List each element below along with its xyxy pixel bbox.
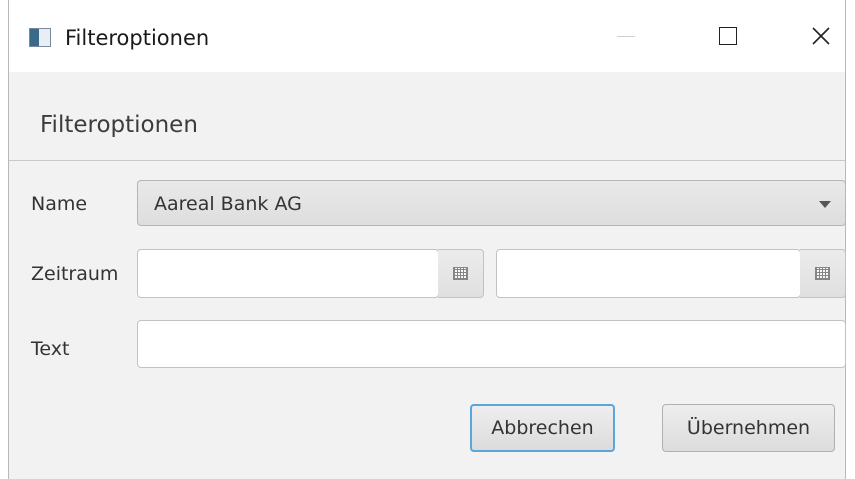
text-input[interactable]	[137, 320, 846, 368]
header-title: Filteroptionen	[40, 112, 198, 138]
text-label: Text	[31, 338, 70, 360]
close-icon	[812, 27, 830, 45]
dialog-header: Filteroptionen	[9, 72, 845, 161]
maximize-icon	[719, 27, 737, 45]
title-bar[interactable]: Filteroptionen	[9, 0, 845, 72]
window-title: Filteroptionen	[65, 26, 210, 50]
cancel-button[interactable]: Abbrechen	[470, 404, 615, 452]
date-to-input[interactable]	[496, 249, 801, 298]
date-from-picker	[137, 249, 484, 298]
maximize-button[interactable]	[705, 18, 751, 54]
name-combobox-value: Aareal Bank AG	[154, 193, 302, 215]
minimize-button[interactable]	[603, 18, 649, 54]
close-button[interactable]	[798, 18, 844, 54]
date-from-input[interactable]	[137, 249, 439, 298]
app-window-icon	[29, 28, 51, 47]
name-combobox[interactable]: Aareal Bank AG	[137, 180, 846, 226]
apply-button[interactable]: Übernehmen	[662, 404, 835, 452]
name-label: Name	[31, 193, 88, 215]
zeitraum-label: Zeitraum	[31, 263, 119, 285]
date-to-picker	[496, 249, 846, 298]
calendar-icon	[453, 267, 468, 280]
calendar-icon	[815, 267, 830, 280]
chevron-down-icon	[819, 201, 831, 208]
minimize-icon	[617, 35, 635, 37]
date-from-calendar-button[interactable]	[438, 249, 484, 298]
date-to-calendar-button[interactable]	[800, 249, 846, 298]
dialog-window: Filteroptionen Filteroptionen Name Aarea…	[8, 0, 846, 479]
